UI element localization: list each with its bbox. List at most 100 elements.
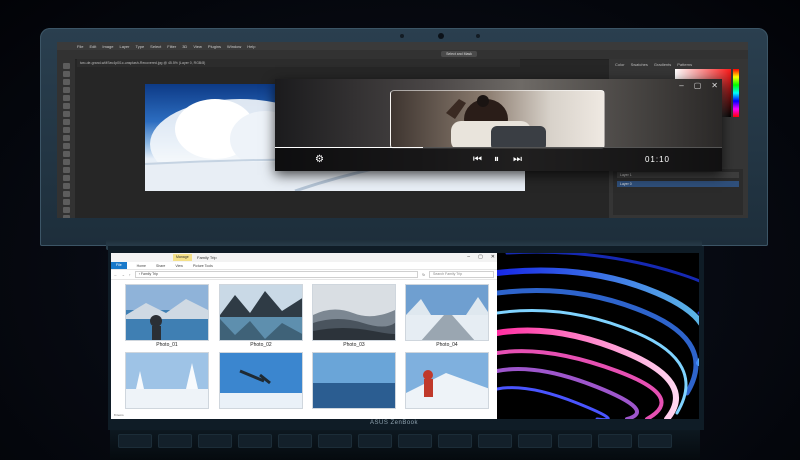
photo-thumbnail[interactable] <box>312 352 396 409</box>
tool-icon[interactable] <box>62 191 70 197</box>
keyboard <box>110 430 700 460</box>
skip-back-icon[interactable]: ⏮ <box>473 155 482 165</box>
skip-forward-icon[interactable]: ⏭ <box>513 155 522 165</box>
keyboard-key <box>438 434 472 448</box>
refresh-icon[interactable]: ↻ <box>422 273 425 277</box>
tool-icon[interactable] <box>62 135 70 141</box>
keyboard-key <box>598 434 632 448</box>
restore-icon[interactable]: ▢ <box>478 253 483 262</box>
ribbon-tab-home[interactable]: Home <box>137 264 146 268</box>
minimize-icon[interactable]: – <box>467 253 470 262</box>
photo-thumbnail[interactable] <box>125 352 209 409</box>
keyboard-key <box>278 434 312 448</box>
tool-icon[interactable] <box>62 71 70 77</box>
menu-item-image[interactable]: Image <box>102 44 113 49</box>
menu-item-select[interactable]: Select <box>150 44 161 49</box>
tool-icon[interactable] <box>62 175 70 181</box>
ribbon-tab-view[interactable]: View <box>175 264 183 268</box>
tool-icon[interactable] <box>62 159 70 165</box>
file-name: Photo_03 <box>343 342 365 348</box>
player-controls: ⚙ ⏮ ⏸ ⏭ 01:10 <box>275 147 722 171</box>
menu-item-file[interactable]: File <box>77 44 83 49</box>
restore-icon[interactable]: ▢ <box>694 81 702 90</box>
toolbar <box>57 59 75 218</box>
document-tab[interactable]: two-de-grand-wMSec4pl01c-unsplash-Recove… <box>77 59 520 67</box>
light-streaks-wallpaper <box>497 253 699 419</box>
tool-icon[interactable] <box>62 103 70 109</box>
panel-tab-gradients[interactable]: Gradients <box>654 62 671 67</box>
file-name: Photo_02 <box>250 342 272 348</box>
photo-thumbnail[interactable] <box>219 352 303 409</box>
close-icon[interactable]: ✕ <box>711 81 718 90</box>
tool-icon[interactable] <box>62 215 70 218</box>
brand-label: ASUS ZenBook <box>370 420 419 426</box>
panel-tab-color[interactable]: Color <box>615 62 625 67</box>
photo-thumbnail[interactable] <box>125 284 209 341</box>
address-bar[interactable]: › Family Trip <box>134 271 419 278</box>
tool-icon[interactable] <box>62 127 70 133</box>
file-grid: Photo_01 Photo_02 Photo_03 Photo_04 <box>111 278 497 412</box>
window-title: Family Trip <box>197 255 217 260</box>
tool-icon[interactable] <box>62 207 70 213</box>
tool-icon[interactable] <box>62 111 70 117</box>
tool-icon[interactable] <box>62 87 70 93</box>
ribbon-tab-file[interactable]: File <box>111 262 127 269</box>
menu-item-window[interactable]: Window <box>227 44 241 49</box>
man-with-headphones-image <box>446 95 546 148</box>
window-controls: – ▢ ✕ <box>679 81 718 90</box>
layer-item[interactable]: Layer 1 <box>617 172 739 178</box>
minimize-icon[interactable]: – <box>679 81 683 90</box>
select-and-mask-button[interactable]: Select and Mask <box>441 51 477 57</box>
webcam <box>438 33 444 39</box>
status-bar: 8 items <box>111 413 500 419</box>
panel-tab-swatches[interactable]: Swatches <box>631 62 648 67</box>
forward-icon[interactable]: → <box>122 273 126 277</box>
keyboard-key <box>118 434 152 448</box>
photo-thumbnail[interactable] <box>312 284 396 341</box>
tool-icon[interactable] <box>62 143 70 149</box>
up-icon[interactable]: ↑ <box>129 273 131 277</box>
tool-icon[interactable] <box>62 183 70 189</box>
tool-icon[interactable] <box>62 167 70 173</box>
ribbon-tab-picture-tools[interactable]: Picture Tools <box>193 264 213 268</box>
file-name: Photo_04 <box>436 342 458 348</box>
file-explorer-window: Manage Family Trip – ▢ ✕ File Home Share Vi… <box>111 253 500 419</box>
keyboard-key <box>358 434 392 448</box>
keyboard-key <box>318 434 352 448</box>
menu-item-edit[interactable]: Edit <box>89 44 96 49</box>
menu-item-help[interactable]: Help <box>247 44 255 49</box>
tool-icon[interactable] <box>62 199 70 205</box>
back-icon[interactable]: ← <box>114 273 118 277</box>
video-player-window[interactable]: – ▢ ✕ ⚙ ⏮ ⏸ ⏭ 01:10 <box>275 79 722 171</box>
playback-time: 01:10 <box>644 155 670 164</box>
scrubber-progress <box>275 147 423 148</box>
tool-icon[interactable] <box>62 151 70 157</box>
menu-item-plugins[interactable]: Plugins <box>208 44 221 49</box>
ribbon-tabs: File Home Share View Picture Tools <box>111 262 497 270</box>
menu-item-layer[interactable]: Layer <box>119 44 129 49</box>
layer-item-selected[interactable]: Layer 0 <box>617 181 739 187</box>
menu-item-type[interactable]: Type <box>136 44 145 49</box>
gear-icon[interactable]: ⚙ <box>315 155 324 165</box>
menu-item-filter[interactable]: Filter <box>167 44 176 49</box>
ribbon-tab-share[interactable]: Share <box>156 264 165 268</box>
tool-icon[interactable] <box>62 79 70 85</box>
tool-icon[interactable] <box>62 119 70 125</box>
photo-thumbnail[interactable] <box>219 284 303 341</box>
photo-thumbnail[interactable] <box>405 284 489 341</box>
explorer-titlebar: Manage Family Trip – ▢ ✕ <box>111 253 497 262</box>
file-name: Photo_01 <box>156 342 178 348</box>
close-icon[interactable]: ✕ <box>491 253 495 262</box>
tool-icon[interactable] <box>62 95 70 101</box>
tool-icon[interactable] <box>62 63 70 69</box>
manage-tab[interactable]: Manage <box>173 254 192 261</box>
hue-slider[interactable] <box>733 69 739 117</box>
search-input[interactable]: Search Family Trip <box>429 271 494 278</box>
panel-tab-patterns[interactable]: Patterns <box>677 62 692 67</box>
menu-item-view[interactable]: View <box>193 44 202 49</box>
menu-item-3d[interactable]: 3D <box>182 44 187 49</box>
scrubber-track[interactable] <box>275 147 722 148</box>
photo-thumbnail[interactable] <box>405 352 489 409</box>
pause-icon[interactable]: ⏸ <box>494 155 499 165</box>
keyboard-key <box>478 434 512 448</box>
